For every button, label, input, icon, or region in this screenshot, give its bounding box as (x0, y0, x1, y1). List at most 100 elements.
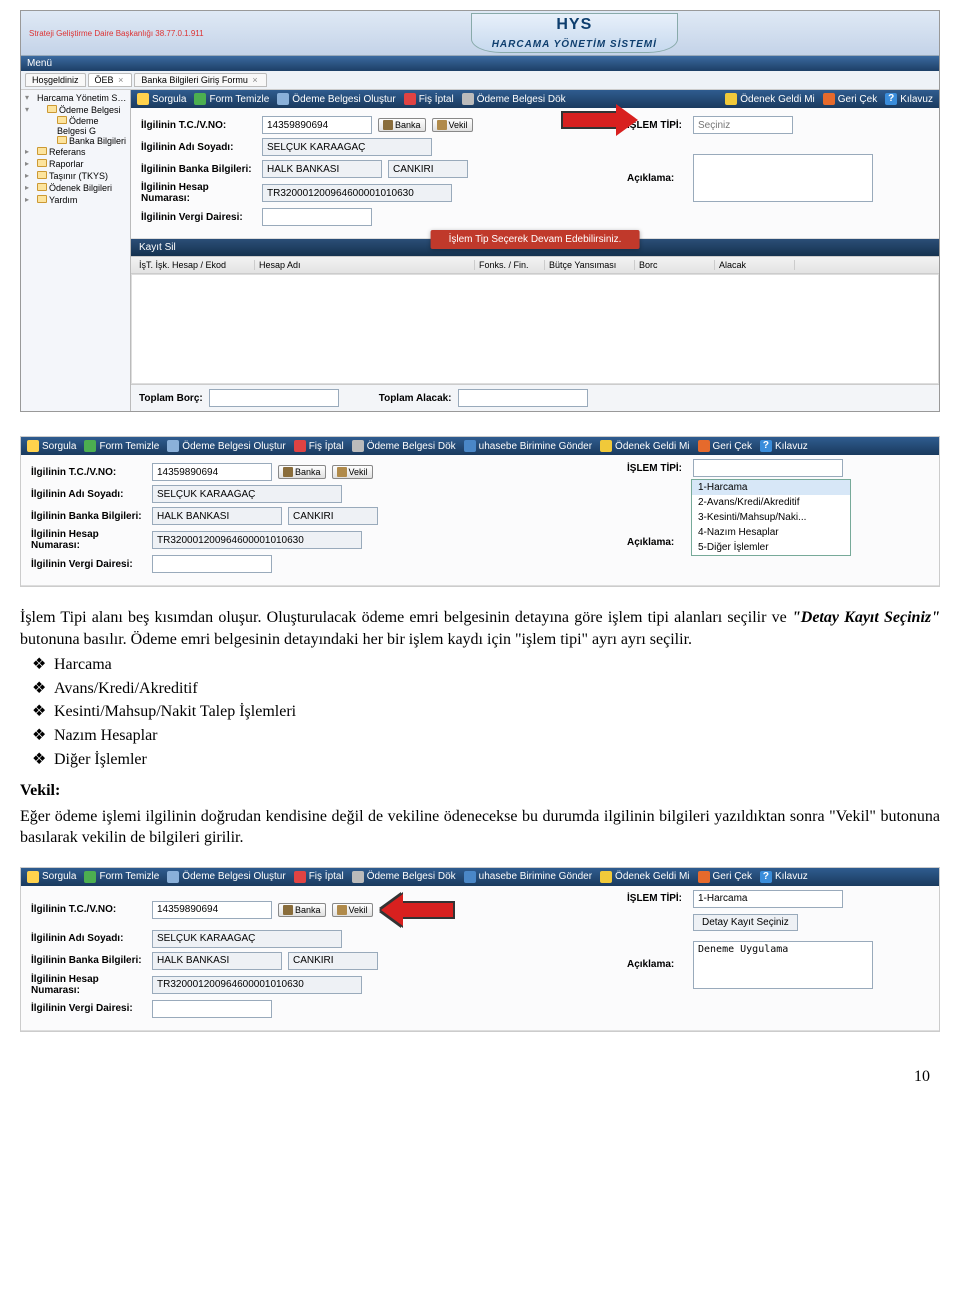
odenek-geldi-button[interactable]: Ödenek Geldi Mi (600, 871, 689, 883)
odeme-olustur-button[interactable]: Ödeme Belgesi Oluştur (167, 871, 285, 883)
doc-paragraph-2: Eğer ödeme işlemi ilgilinin doğrudan ken… (20, 806, 940, 849)
ad-label: İlgilinin Adı Soyadı: (31, 489, 146, 500)
islem-tipi-label: İŞLEM TİPİ: (627, 893, 687, 904)
vergi-input[interactable] (152, 1000, 272, 1018)
tree-yardim[interactable]: Yardım (23, 194, 128, 206)
geri-cek-button[interactable]: Geri Çek (823, 93, 877, 105)
dropdown-option-4[interactable]: 4-Nazım Hesaplar (692, 525, 850, 540)
islem-tipi-select[interactable] (693, 890, 843, 908)
hesap-input (152, 531, 362, 549)
odeme-dok-button[interactable]: Ödeme Belgesi Dök (352, 440, 456, 452)
tree-odenek[interactable]: Ödenek Bilgileri (23, 182, 128, 194)
tree-raporlar[interactable]: Raporlar (23, 158, 128, 170)
tc-input[interactable] (152, 901, 272, 919)
tree-referans[interactable]: Referans (23, 146, 128, 158)
form-area: İlgilinin T.C./V.NO: Banka Vekil İlgilin… (131, 108, 939, 239)
fis-iptal-button[interactable]: Fiş İptal (294, 440, 344, 452)
close-icon[interactable]: × (116, 75, 125, 85)
vekil-button[interactable]: Vekil (432, 118, 473, 132)
vergi-label: İlgilinin Vergi Dairesi: (31, 1003, 146, 1014)
geri-cek-button[interactable]: Geri Çek (698, 440, 752, 452)
vekil-button[interactable]: Vekil (332, 903, 373, 917)
toplam-alacak-label: Toplam Alacak: (379, 393, 452, 404)
dropdown-option-3[interactable]: 3-Kesinti/Mahsup/Naki... (692, 510, 850, 525)
kilavuz-button[interactable]: ?Kılavuz (760, 871, 808, 883)
col-ekod: İşT. İşk. Hesap / Ekod (135, 260, 255, 270)
odeme-olustur-button[interactable]: Ödeme Belgesi Oluştur (277, 93, 395, 105)
tree-tasinir[interactable]: Taşınır (TKYS) (23, 170, 128, 182)
callout-arrow (561, 104, 651, 136)
doc-paragraph-1: İşlem Tipi alanı beş kısımdan oluşur. Ol… (20, 607, 940, 849)
person-icon (337, 467, 347, 477)
islem-tipi-select[interactable] (693, 459, 843, 477)
odeme-dok-button[interactable]: Ödeme Belgesi Dök (462, 93, 566, 105)
tc-input[interactable] (152, 463, 272, 481)
dropdown-option-2[interactable]: 2-Avans/Kredi/Akreditif (692, 495, 850, 510)
vergi-input[interactable] (152, 555, 272, 573)
form-temizle-button[interactable]: Form Temizle (84, 440, 159, 452)
person-icon (437, 120, 447, 130)
vekil-button[interactable]: Vekil (332, 465, 373, 479)
dropdown-option-1[interactable]: 1-Harcama (692, 480, 850, 495)
create-icon (167, 871, 179, 883)
help-icon: ? (760, 871, 772, 883)
detay-kayit-button[interactable]: Detay Kayıt Seçiniz (693, 914, 798, 931)
close-icon[interactable]: × (250, 75, 259, 85)
sorgula-button[interactable]: Sorgula (137, 93, 186, 105)
print-icon (462, 93, 474, 105)
odeme-olustur-button[interactable]: Ödeme Belgesi Oluştur (167, 440, 285, 452)
banka-button[interactable]: Banka (378, 118, 426, 132)
grid-body[interactable] (131, 274, 939, 384)
list-item: Diğer İşlemler (32, 749, 940, 771)
notification-banner: İşlem Tip Seçerek Devam Edebilirsiniz. (431, 230, 640, 249)
odeme-dok-button[interactable]: Ödeme Belgesi Dök (352, 871, 456, 883)
vergi-input[interactable] (262, 208, 372, 226)
tree-odeme-belgesi[interactable]: Ödeme Belgesi (23, 104, 128, 116)
tab-hosgeldiniz[interactable]: Hoşgeldiniz (25, 73, 86, 87)
clear-icon (84, 871, 96, 883)
ad-input (152, 930, 342, 948)
kilavuz-button[interactable]: ?Kılavuz (760, 440, 808, 452)
toolbar: Sorgula Form Temizle Ödeme Belgesi Oluşt… (21, 437, 939, 455)
tree-banka-bilgileri[interactable]: Banka Bilgileri (23, 136, 128, 146)
aciklama-textarea[interactable] (693, 154, 873, 202)
banka-button[interactable]: Banka (278, 903, 326, 917)
aciklama-textarea[interactable] (693, 941, 873, 989)
tree-root[interactable]: Harcama Yönetim Sistemi (23, 92, 128, 104)
tree-odeme-belgesi-g[interactable]: Ödeme Belgesi G (23, 116, 128, 136)
help-icon: ? (760, 440, 772, 452)
odenek-geldi-button[interactable]: Ödenek Geldi Mi (725, 93, 814, 105)
menu-bar[interactable]: Menü (21, 56, 939, 71)
app-logo: HYS HARCAMA YÖNETİM SİSTEMİ (214, 13, 935, 53)
islem-tipi-label: İŞLEM TİPİ: (627, 463, 687, 474)
app-titlebar: Strateji Geliştirme Daire Başkanlığı 38.… (21, 11, 939, 56)
form-temizle-button[interactable]: Form Temizle (194, 93, 269, 105)
islem-tipi-select[interactable] (693, 116, 793, 134)
tab-banka-form[interactable]: Banka Bilgileri Giriş Formu × (134, 73, 266, 87)
muhasebe-gonder-button[interactable]: uhasebe Birimine Gönder (464, 440, 592, 452)
print-icon (352, 440, 364, 452)
banka-button[interactable]: Banka (278, 465, 326, 479)
sorgula-button[interactable]: Sorgula (27, 440, 76, 452)
geri-cek-button[interactable]: Geri Çek (698, 871, 752, 883)
sorgula-button[interactable]: Sorgula (27, 871, 76, 883)
form-temizle-button[interactable]: Form Temizle (84, 871, 159, 883)
tc-input[interactable] (262, 116, 372, 134)
app-window-1: Strateji Geliştirme Daire Başkanlığı 38.… (20, 10, 940, 412)
page-number: 10 (914, 1068, 930, 1086)
search-icon (27, 871, 39, 883)
muhasebe-gonder-button[interactable]: uhasebe Birimine Gönder (464, 871, 592, 883)
aciklama-label: Açıklama: (627, 537, 687, 548)
tc-label: İlgilinin T.C./V.NO: (31, 904, 146, 915)
islem-tipi-dropdown[interactable]: 1-Harcama 2-Avans/Kredi/Akreditif 3-Kesi… (691, 479, 851, 556)
toplam-borc-input (209, 389, 339, 407)
fis-iptal-button[interactable]: Fiş İptal (404, 93, 454, 105)
tab-oeb[interactable]: ÖEB × (88, 73, 133, 87)
vergi-label: İlgilinin Vergi Dairesi: (141, 212, 256, 223)
list-item: Harcama (32, 654, 940, 676)
bank-city-input (388, 160, 468, 178)
odenek-geldi-button[interactable]: Ödenek Geldi Mi (600, 440, 689, 452)
dropdown-option-5[interactable]: 5-Diğer İşlemler (692, 540, 850, 555)
kilavuz-button[interactable]: ?Kılavuz (885, 93, 933, 105)
fis-iptal-button[interactable]: Fiş İptal (294, 871, 344, 883)
